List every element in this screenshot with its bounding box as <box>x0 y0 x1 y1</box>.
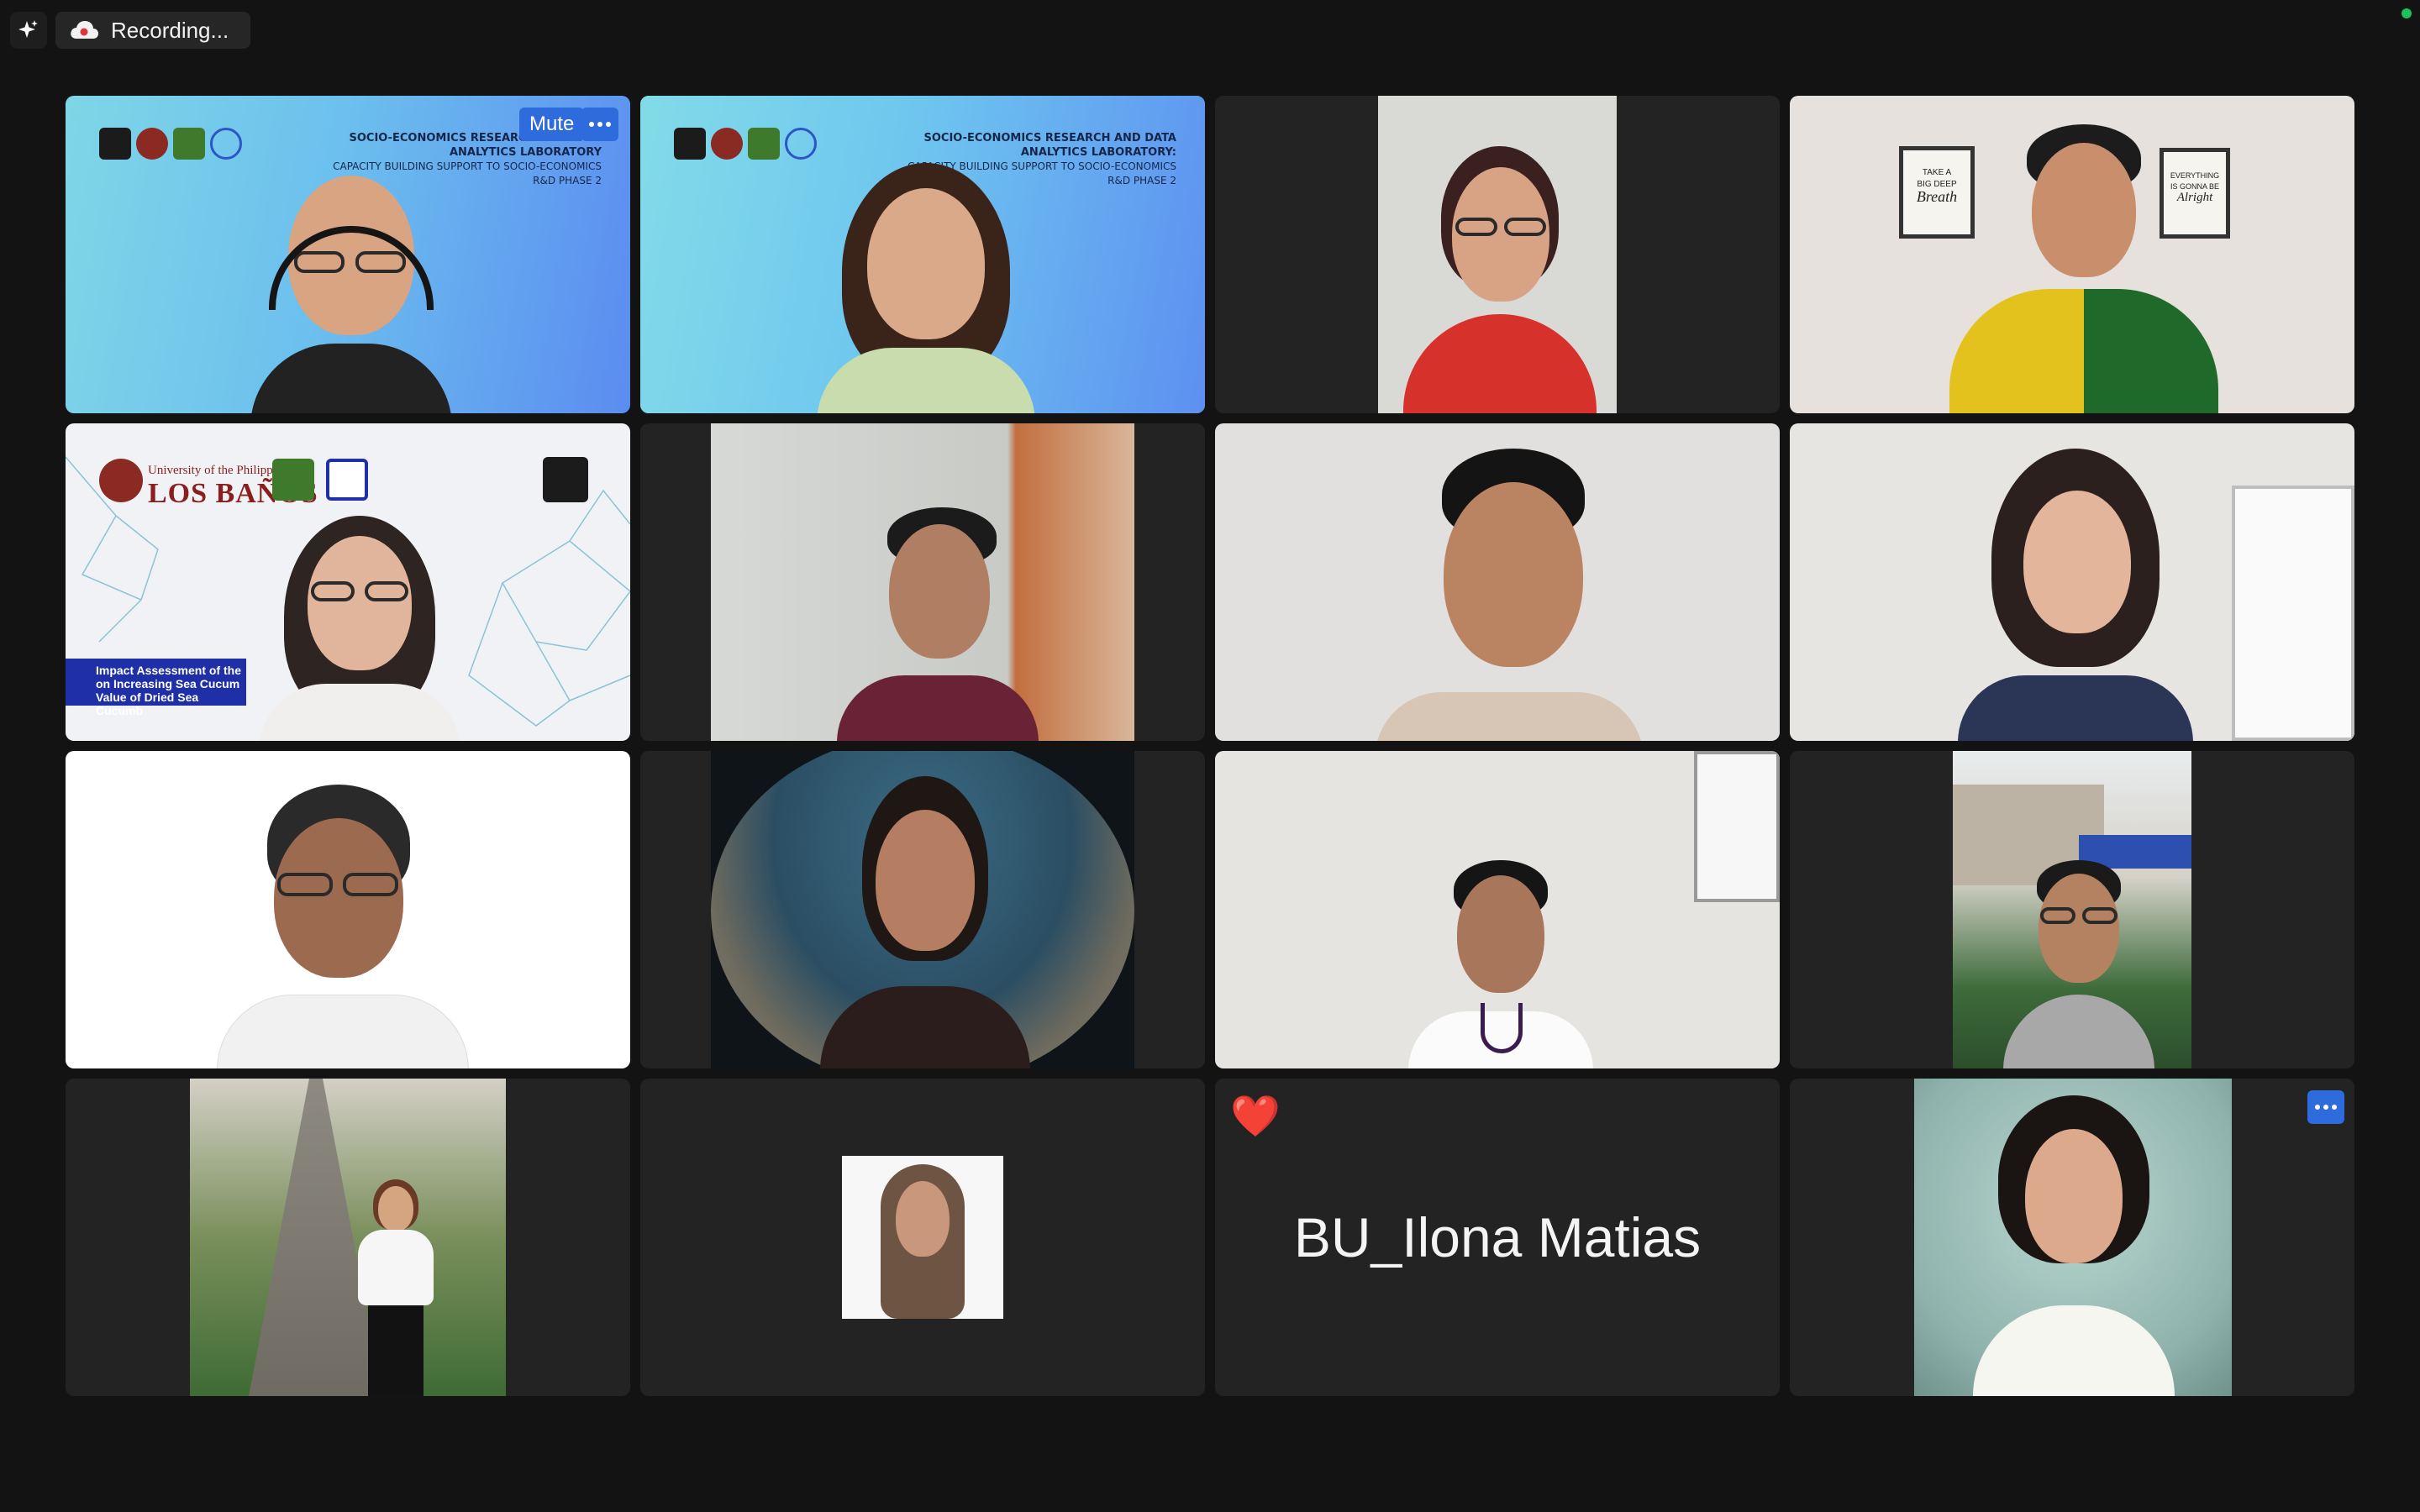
cem-logo-icon <box>272 459 314 501</box>
gallery-view-grid: SOCIO-ECONOMICS RESEARCH AND DATA ANALYT… <box>66 96 2354 1396</box>
participant-figure <box>217 167 486 413</box>
participant-tile-8[interactable] <box>1790 423 2354 741</box>
participant-figure <box>1941 449 2210 741</box>
participant-name: BU_Ilona Matias <box>1293 1206 1702 1268</box>
logo-icon <box>136 128 168 160</box>
wall-certificate <box>1694 751 1780 902</box>
participant-video <box>66 751 630 1068</box>
participant-tile-7[interactable] <box>1215 423 1780 741</box>
recording-label: Recording... <box>111 17 229 43</box>
more-options-button[interactable] <box>581 108 618 141</box>
ai-companion-button[interactable] <box>10 12 47 49</box>
participant-video: University of the Philippines LOS BAÑOS … <box>66 423 630 741</box>
participant-figure <box>783 155 1069 413</box>
participant-tile-9[interactable] <box>66 751 630 1068</box>
participant-video <box>1790 423 2354 741</box>
participant-figure <box>208 785 477 1068</box>
mute-participant-button[interactable]: Mute <box>519 108 585 141</box>
participant-video <box>1215 423 1780 741</box>
connection-status-dot <box>2402 8 2412 18</box>
participant-tile-6[interactable] <box>640 423 1205 741</box>
logo-icon <box>173 128 205 160</box>
participant-tile-16[interactable] <box>1790 1079 2354 1396</box>
top-bar: Recording... <box>0 0 2420 59</box>
more-options-button[interactable] <box>2307 1090 2344 1124</box>
participant-video: SOCIO-ECONOMICS RESEARCH AND DATA ANALYT… <box>66 96 630 413</box>
participant-figure <box>859 1164 986 1319</box>
participant-figure <box>829 507 1047 741</box>
participant-tile-3[interactable] <box>1215 96 1780 413</box>
whiteboard <box>2232 486 2354 741</box>
de-logo-icon <box>326 459 368 501</box>
profile-picture <box>1914 1079 2232 1396</box>
zoom-meeting-window: Recording... SOCIO-ECONOMICS RESEARCH AN… <box>0 0 2420 1512</box>
logo-icon <box>674 128 706 160</box>
cloud-record-icon <box>71 21 98 39</box>
logo-icon <box>99 128 131 160</box>
presentation-caption: Impact Assessment of the on Increasing S… <box>66 659 246 717</box>
participant-video <box>1215 751 1780 1068</box>
participant-tile-10[interactable] <box>640 751 1205 1068</box>
profile-picture <box>842 1156 1003 1319</box>
participant-tile-11[interactable] <box>1215 751 1780 1068</box>
participant-figure <box>2003 860 2154 1068</box>
participant-figure <box>1973 1095 2175 1396</box>
participant-video <box>711 751 1134 1068</box>
participant-tile-5[interactable]: University of the Philippines LOS BAÑOS … <box>66 423 630 741</box>
participant-figure <box>820 776 1030 1068</box>
uplb-seal-icon <box>99 459 143 502</box>
participant-figure <box>1400 860 1602 1068</box>
participant-figure <box>1933 113 2235 413</box>
participant-tile-12[interactable] <box>1790 751 2354 1068</box>
participant-tile-2[interactable]: SOCIO-ECONOMICS RESEARCH AND DATA ANALYT… <box>640 96 1205 413</box>
participant-tile-4[interactable]: TAKE A BIG DEEP Breath EVERYTHING IS GON… <box>1790 96 2354 413</box>
logo-icon <box>210 128 242 160</box>
recording-indicator[interactable]: Recording... <box>55 12 250 49</box>
participant-video: TAKE A BIG DEEP Breath EVERYTHING IS GON… <box>1790 96 2354 413</box>
participant-video <box>190 1079 506 1396</box>
logo-icon <box>711 128 743 160</box>
participant-tile-14[interactable] <box>640 1079 1205 1396</box>
participant-figure <box>1403 146 1597 413</box>
participant-video <box>711 423 1134 741</box>
participant-tile-15[interactable]: ❤️ BU_Ilona Matias <box>1215 1079 1780 1396</box>
partner-logos <box>99 128 242 160</box>
participant-tile-1[interactable]: SOCIO-ECONOMICS RESEARCH AND DATA ANALYT… <box>66 96 630 413</box>
participant-video <box>1378 96 1617 413</box>
sparkle-icon <box>18 20 38 38</box>
logo-icon <box>748 128 780 160</box>
participant-figure <box>341 1179 450 1396</box>
participant-tile-13[interactable] <box>66 1079 630 1396</box>
seral-logo-icon <box>543 457 588 502</box>
participant-video <box>1953 751 2191 1068</box>
participant-figure <box>1375 440 1644 741</box>
participant-figure <box>234 507 486 741</box>
participant-video: SOCIO-ECONOMICS RESEARCH AND DATA ANALYT… <box>640 96 1205 413</box>
